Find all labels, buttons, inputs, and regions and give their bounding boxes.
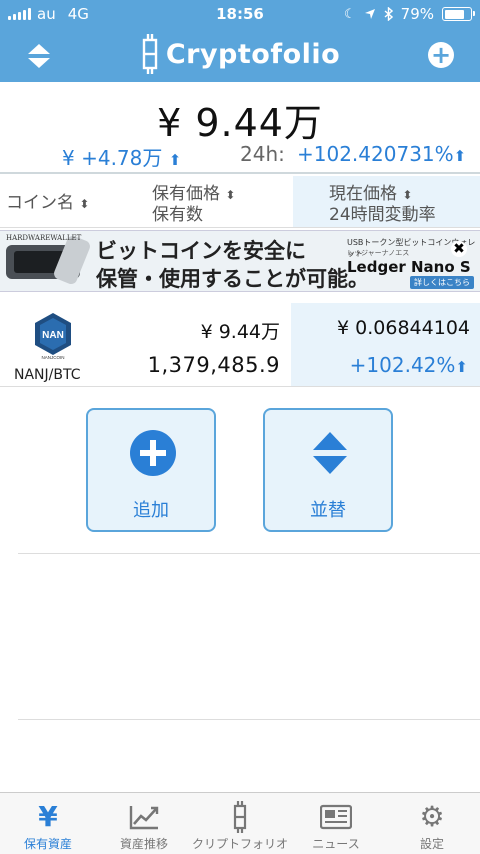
carrier-label: au bbox=[37, 5, 56, 23]
sort-by-holding-price[interactable]: 保有価格 ⬍ 保有数 bbox=[152, 184, 235, 225]
divider bbox=[18, 719, 480, 720]
moon-icon: ☾ bbox=[344, 6, 356, 22]
coin-logo-text: NAN bbox=[42, 330, 64, 341]
up-arrow-icon: ⬆ bbox=[455, 358, 468, 376]
app-title-text: Cryptofolio bbox=[165, 38, 341, 70]
sort-icon: ⬍ bbox=[225, 188, 236, 202]
sort-by-current-price[interactable]: 現在価格 ⬍ 24時間変動率 bbox=[293, 176, 480, 227]
sort-button[interactable]: 並替 bbox=[263, 408, 393, 532]
tab-label: 設定 bbox=[419, 837, 444, 851]
signal-icon bbox=[8, 8, 31, 20]
tab-holdings[interactable]: ¥ 保有資産 bbox=[0, 793, 96, 854]
app-title: Cryptofolio bbox=[0, 34, 480, 74]
gear-icon: ⚙ bbox=[419, 800, 445, 833]
tab-settings[interactable]: ⚙ 設定 bbox=[384, 793, 480, 854]
holding-quantity: 1,379,485.9 bbox=[147, 353, 280, 377]
current-price-cell: ¥ 0.06844104 +102.42%⬆ bbox=[291, 303, 480, 386]
tab-label: 保有資産 bbox=[23, 837, 72, 851]
yen-icon: ¥ bbox=[38, 800, 58, 833]
ad-product: Ledger Nano S bbox=[347, 258, 471, 276]
ad-brand: HARDWAREWALLET bbox=[6, 234, 82, 242]
holding-row[interactable]: NAN NANJCOIN NANJ/BTC ¥ 9.44万 1,379,485.… bbox=[0, 303, 480, 387]
plus-circle-icon bbox=[130, 430, 176, 476]
tab-news[interactable]: ニュース bbox=[288, 793, 384, 854]
tab-label: クリプトフォリオ bbox=[192, 837, 289, 851]
tab-bar: ¥ 保有資産 資産推移 クリプトフォリオ ニュース ⚙ 設定 bbox=[0, 792, 480, 854]
portfolio-summary: ¥ 9.44万 ¥ +4.78万 ⬆ 24h: +102.420731%⬆ bbox=[0, 82, 480, 174]
change-24h-label: 24h: bbox=[240, 142, 285, 166]
close-icon[interactable]: ✖ bbox=[451, 241, 467, 257]
ad-banner[interactable]: HARDWAREWALLET ビットコインを安全に 保管・使用することが可能。 … bbox=[0, 230, 480, 292]
ad-headline-1: ビットコインを安全に bbox=[96, 239, 306, 263]
sort-button-label: 並替 bbox=[310, 500, 346, 521]
up-arrow-icon: ⬆ bbox=[168, 151, 182, 169]
location-icon bbox=[364, 9, 375, 19]
bitcoin-icon bbox=[233, 801, 247, 833]
divider bbox=[18, 553, 480, 554]
add-coin-button[interactable]: + bbox=[428, 42, 454, 68]
sort-by-coin-name[interactable]: コイン名 ⬍ bbox=[6, 193, 89, 214]
up-arrow-icon: ⬆ bbox=[453, 147, 467, 165]
network-label: 4G bbox=[67, 5, 89, 23]
plus-icon: + bbox=[430, 41, 452, 69]
change-24h-value: +102.420731%⬆ bbox=[297, 142, 467, 166]
ad-headline-2: 保管・使用することが可能。 bbox=[96, 267, 369, 291]
coin-logo-subtext: NANJCOIN bbox=[41, 355, 64, 360]
sort-arrows-icon bbox=[313, 432, 347, 474]
holding-price: ¥ 9.44万 bbox=[200, 321, 280, 343]
coin-pair: NANJ/BTC bbox=[14, 367, 81, 383]
newspaper-icon bbox=[320, 804, 352, 830]
tab-label: 資産推移 bbox=[119, 837, 168, 851]
total-value: ¥ 9.44万 bbox=[157, 101, 323, 145]
status-bar: au 4G 18:56 ☾ 79% bbox=[0, 0, 480, 28]
holding-qty-header: 保有数 bbox=[152, 205, 203, 225]
sort-icon: ⬍ bbox=[79, 197, 90, 211]
add-button-label: 追加 bbox=[133, 500, 169, 521]
add-button[interactable]: 追加 bbox=[86, 408, 216, 532]
chart-icon bbox=[129, 806, 159, 830]
nav-bar: Cryptofolio + bbox=[0, 28, 480, 82]
change-rate: +102.42%⬆ bbox=[349, 353, 468, 377]
tab-asset-history[interactable]: 資産推移 bbox=[96, 793, 192, 854]
ad-subtext-2: レッジャーナノエス bbox=[347, 249, 410, 257]
nanj-coin-logo: NAN NANJCOIN bbox=[33, 312, 73, 364]
holdings-table-header: コイン名 ⬍ 保有価格 ⬍ 保有数 現在価格 ⬍ 24時間変動率 bbox=[0, 176, 480, 228]
change-amount: ¥ +4.78万 ⬆ bbox=[62, 146, 182, 170]
bitcoin-logo-icon bbox=[142, 34, 158, 74]
sort-icon: ⬍ bbox=[402, 188, 413, 202]
tab-cryptofolio[interactable]: クリプトフォリオ bbox=[192, 793, 288, 854]
battery-percent: 79% bbox=[400, 5, 434, 23]
tab-label: ニュース bbox=[312, 837, 360, 851]
change-rate-header: 24時間変動率 bbox=[329, 205, 436, 225]
battery-icon bbox=[442, 7, 475, 21]
current-price: ¥ 0.06844104 bbox=[337, 317, 470, 339]
ad-cta-button[interactable]: 詳しくはこちら bbox=[410, 276, 474, 289]
bluetooth-icon bbox=[384, 7, 393, 21]
